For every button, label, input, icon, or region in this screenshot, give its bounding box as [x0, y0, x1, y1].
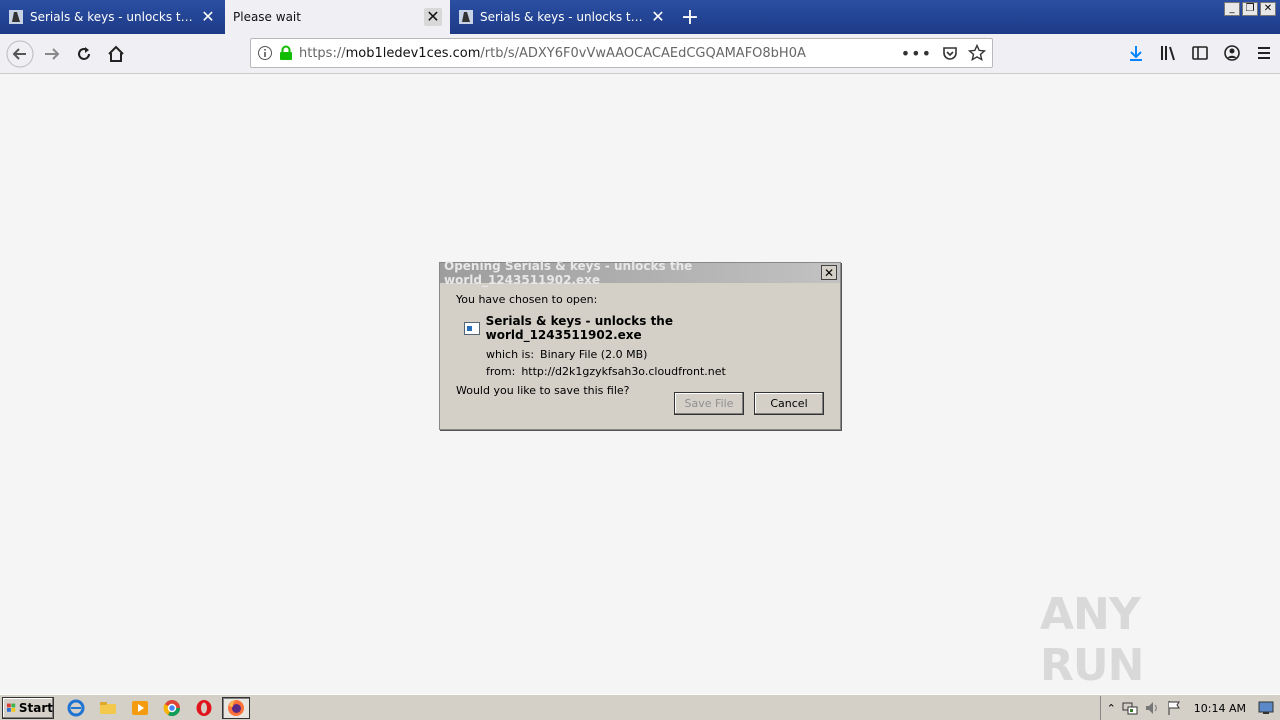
firefox-icon[interactable]	[222, 696, 250, 719]
tab-serials-1[interactable]: Serials & keys - unlocks the world ✕	[0, 0, 225, 34]
home-icon	[108, 45, 124, 62]
from-label: from:	[486, 365, 516, 378]
tab-close-icon[interactable]: ✕	[649, 8, 667, 26]
library-icon	[1161, 46, 1175, 61]
anyrun-watermark: ANY RUN	[1040, 589, 1144, 691]
system-tray: ⌃ 10:14 AM	[1099, 696, 1280, 720]
tray-expand-icon[interactable]: ⌃	[1107, 702, 1116, 715]
opera-icon[interactable]	[190, 697, 218, 719]
minimize-icon[interactable]: _	[1224, 2, 1240, 16]
chrome-icon[interactable]	[158, 697, 186, 719]
tab-strip: Serials & keys - unlocks the world ✕ Ple…	[0, 0, 1280, 34]
back-arrow-icon	[6, 40, 34, 67]
network-icon[interactable]	[1122, 700, 1138, 716]
media-player-icon[interactable]	[126, 697, 154, 719]
tab-please-wait[interactable]: Please wait ✕	[225, 0, 450, 34]
tab-title: Serials & keys - unlocks the world	[480, 10, 649, 24]
back-button[interactable]	[4, 38, 36, 70]
pocket-icon[interactable]	[942, 45, 958, 61]
window-close-icon[interactable]: ✕	[1260, 2, 1276, 16]
site-favicon-icon	[458, 9, 474, 25]
menu-button[interactable]	[1248, 37, 1280, 69]
forward-button[interactable]	[36, 38, 68, 70]
window-controls: _ ❐ ✕	[1224, 2, 1276, 16]
internet-explorer-icon[interactable]	[62, 697, 90, 719]
nav-bar: https://mob1ledev1ces.com/rtb/s/ADXY6F0v…	[0, 34, 1280, 74]
restore-icon[interactable]: ❐	[1242, 2, 1258, 16]
tab-close-icon[interactable]: ✕	[424, 8, 442, 26]
account-icon	[1224, 45, 1240, 61]
dialog-intro: You have chosen to open:	[456, 293, 598, 306]
dialog-title: Opening Serials & keys - unlocks the wor…	[444, 259, 693, 287]
toolbar-right	[1120, 38, 1280, 68]
forward-arrow-icon	[45, 47, 60, 60]
account-button[interactable]	[1216, 37, 1248, 69]
show-desktop-icon[interactable]	[1258, 701, 1274, 715]
bookmark-star-icon[interactable]	[968, 44, 986, 62]
download-arrow-icon	[1130, 46, 1142, 61]
sidebar-button[interactable]	[1184, 37, 1216, 69]
library-button[interactable]	[1152, 37, 1184, 69]
tab-close-icon[interactable]: ✕	[199, 8, 217, 26]
clock[interactable]: 10:14 AM	[1194, 702, 1246, 715]
reload-button[interactable]	[68, 38, 100, 70]
site-favicon-icon	[8, 9, 24, 25]
lock-icon[interactable]	[279, 45, 293, 61]
download-dialog: Opening Serials & keys - unlocks the wor…	[439, 259, 841, 430]
from-value: http://d2k1gzykfsah3o.cloudfront.net	[521, 365, 726, 378]
taskbar: Start ⌃ 10:14 AM	[0, 694, 1280, 720]
downloads-button[interactable]	[1120, 37, 1152, 69]
hamburger-menu-icon	[1258, 47, 1270, 59]
windows-logo-icon	[7, 703, 16, 712]
which-is-value: Binary File (2.0 MB)	[540, 348, 648, 361]
tab-title: Serials & keys - unlocks the world	[30, 10, 199, 24]
cancel-button[interactable]: Cancel	[754, 392, 824, 415]
volume-icon[interactable]	[1144, 700, 1160, 716]
reload-icon	[78, 46, 90, 60]
start-button[interactable]: Start	[2, 696, 54, 719]
new-tab-button[interactable]: +	[675, 0, 705, 34]
url-text[interactable]: https://mob1ledev1ces.com/rtb/s/ADXY6F0v…	[299, 46, 901, 61]
action-center-flag-icon[interactable]	[1166, 700, 1182, 716]
page-actions-icon[interactable]: •••	[901, 44, 932, 63]
executable-file-icon	[464, 321, 480, 335]
tab-title: Please wait	[233, 10, 301, 24]
sidebar-icon	[1192, 46, 1208, 60]
info-icon[interactable]	[257, 45, 273, 61]
dialog-title-bar[interactable]: Opening Serials & keys - unlocks the wor…	[440, 259, 840, 287]
which-is-label: which is:	[486, 348, 535, 361]
file-name: Serials & keys - unlocks the world_12435…	[485, 314, 673, 342]
tab-serials-2[interactable]: Serials & keys - unlocks the world ✕	[450, 0, 675, 34]
dialog-close-icon[interactable]: ✕	[821, 265, 837, 280]
home-button[interactable]	[100, 38, 132, 70]
start-label: Start	[18, 700, 53, 715]
url-bar[interactable]: https://mob1ledev1ces.com/rtb/s/ADXY6F0v…	[250, 38, 993, 68]
save-file-button[interactable]: Save File	[674, 392, 744, 415]
file-explorer-icon[interactable]	[94, 697, 122, 719]
